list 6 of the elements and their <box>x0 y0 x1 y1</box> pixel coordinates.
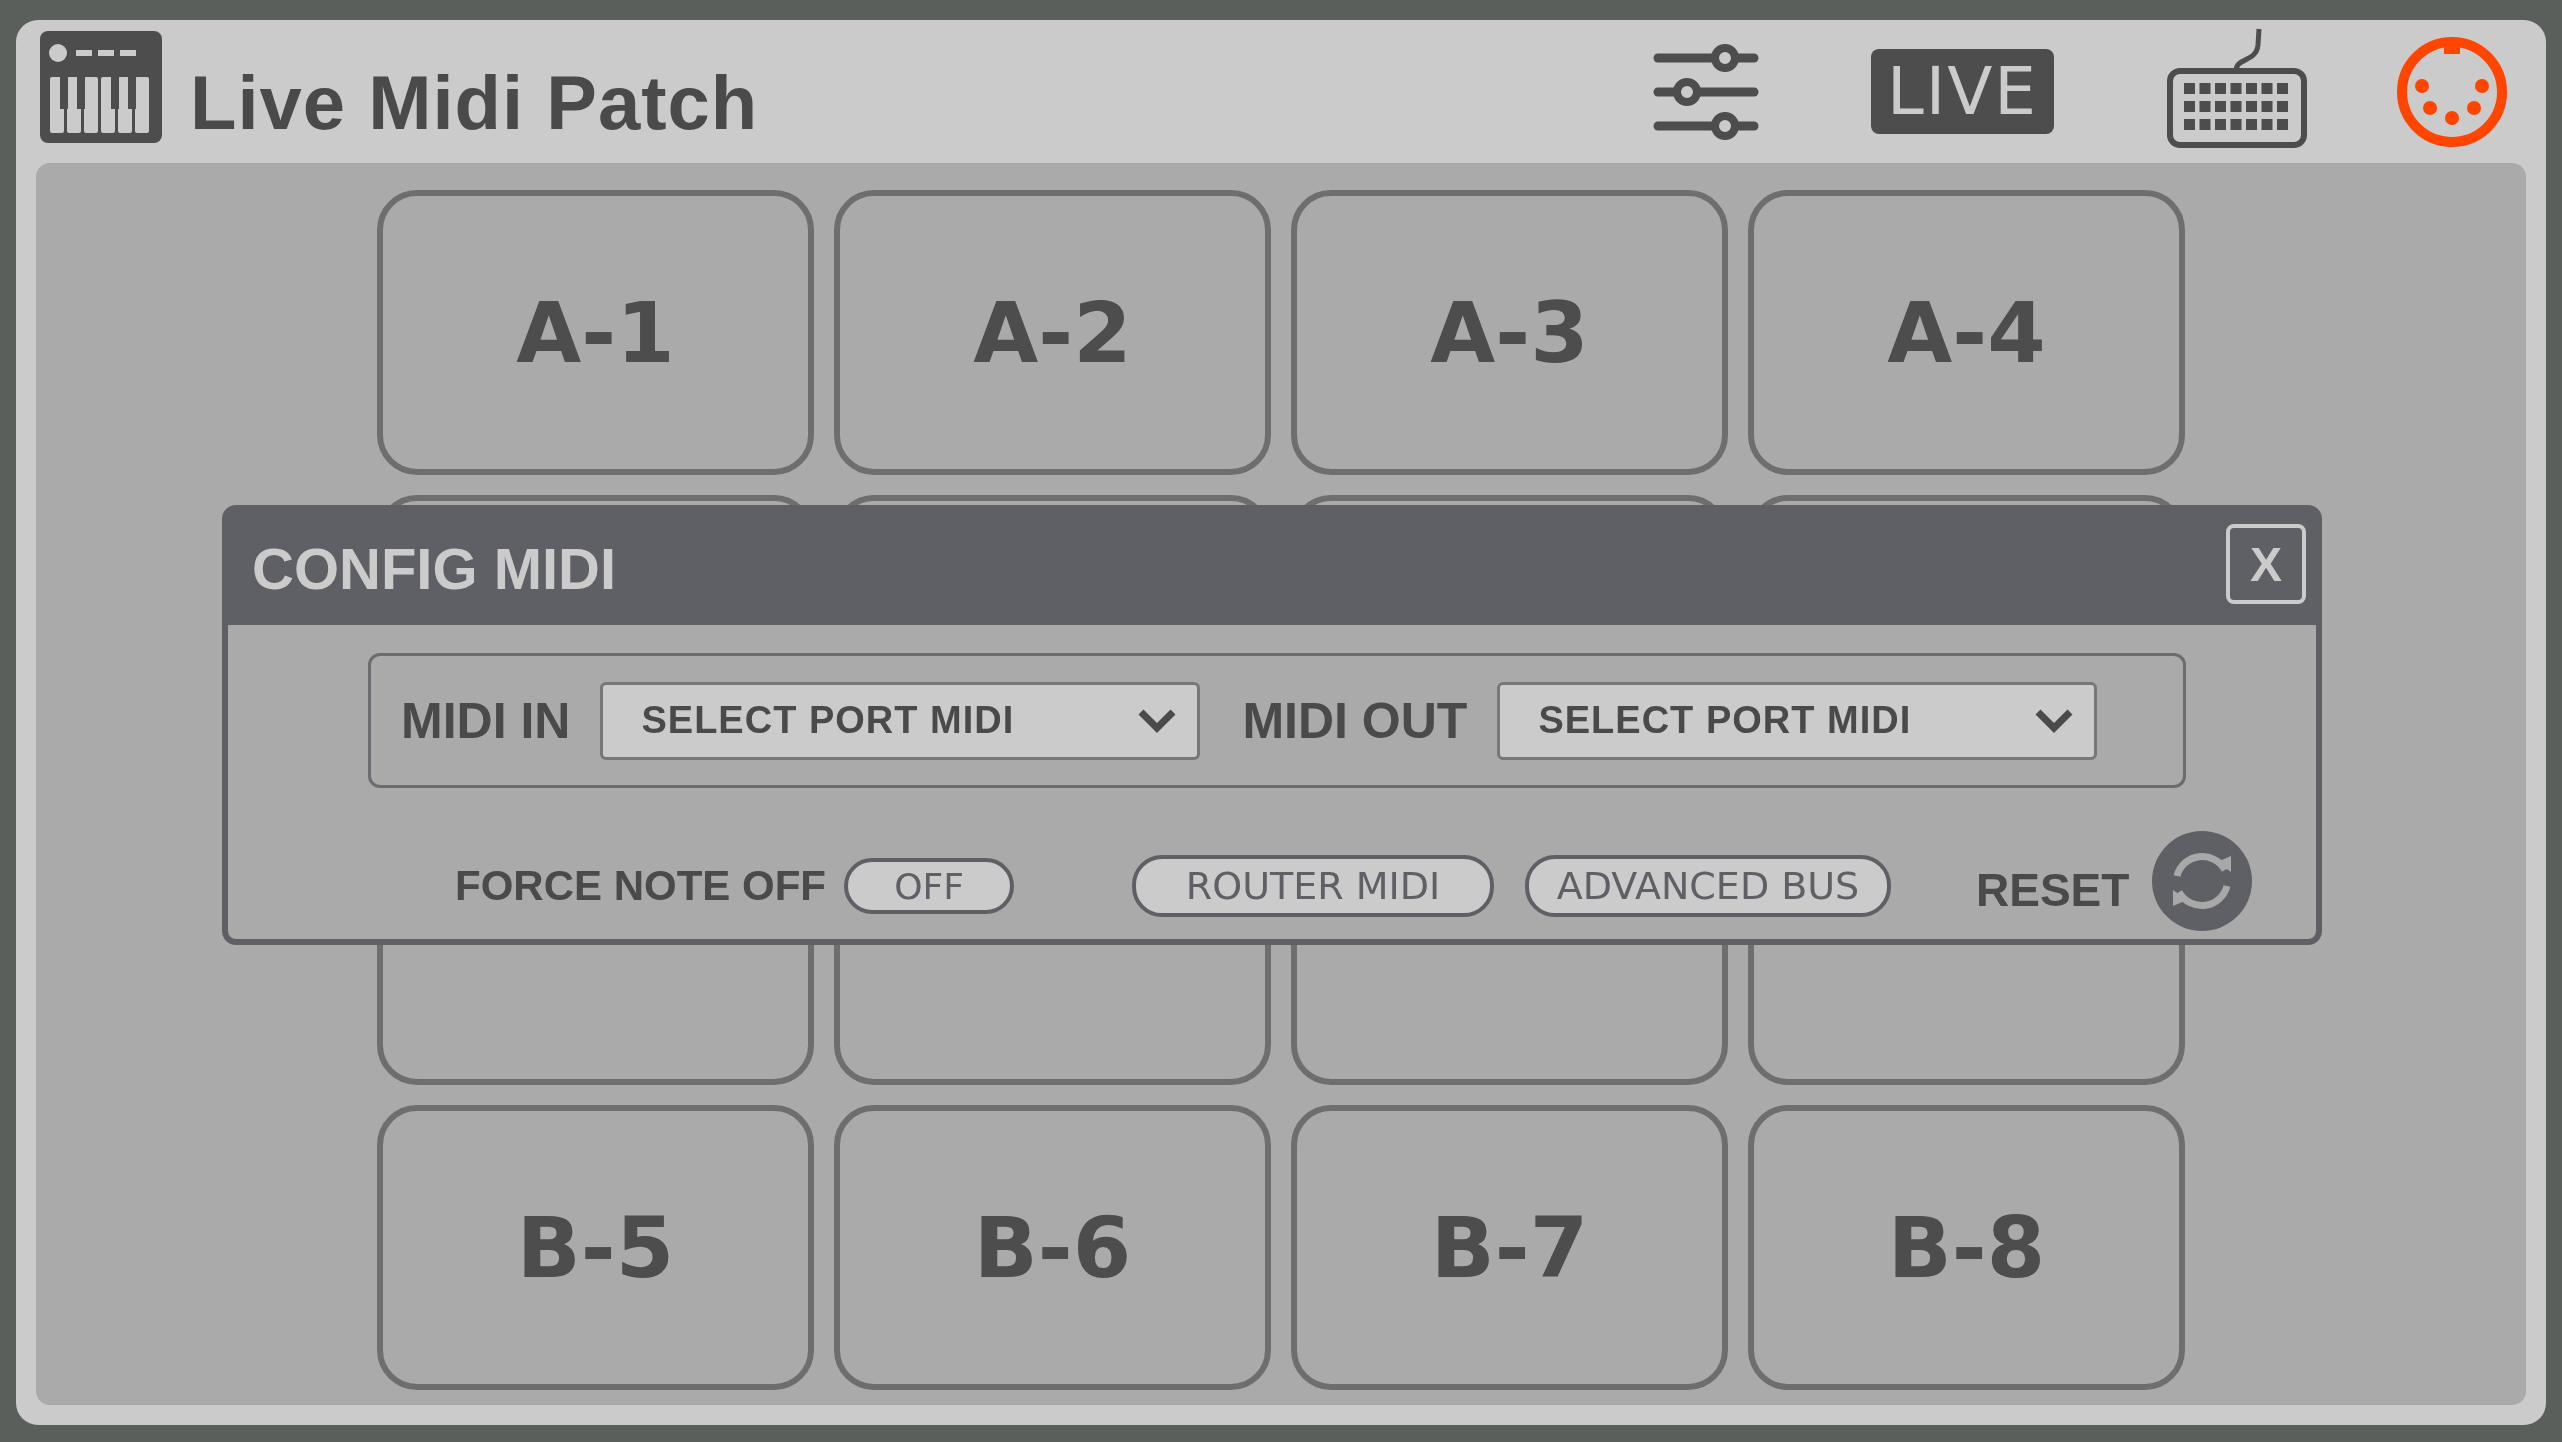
dialog-title: CONFIG MIDI <box>252 534 617 602</box>
force-note-off-label: FORCE NOTE OFF <box>455 862 826 910</box>
reset-label: RESET <box>1976 863 2130 917</box>
app-title: Live Midi Patch <box>190 59 759 146</box>
port-label: MIDI OUT <box>1242 691 1468 750</box>
port-label: MIDI IN <box>401 691 571 750</box>
